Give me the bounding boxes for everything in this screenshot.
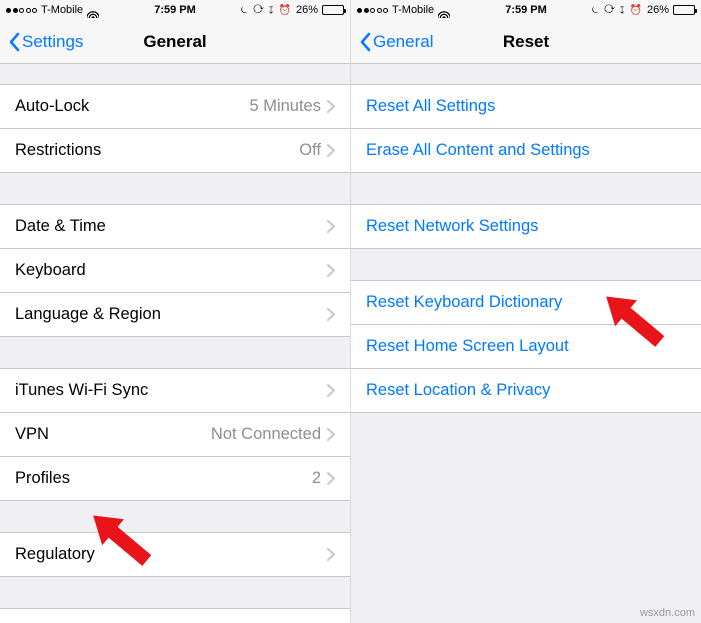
cell-itunes-wifi-sync[interactable]: iTunes Wi-Fi Sync	[0, 368, 350, 412]
cell-label: Profiles	[15, 469, 312, 488]
cell-label: Restrictions	[15, 141, 299, 160]
page-title: Reset	[351, 32, 701, 52]
chevron-right-icon	[327, 220, 335, 233]
cell-label: Keyboard	[15, 261, 327, 280]
chevron-right-icon	[327, 428, 335, 441]
status-time: 7:59 PM	[0, 4, 350, 16]
nav-bar: General Reset	[351, 20, 701, 64]
cell-label: VPN	[15, 425, 211, 444]
cell-label: Reset Home Screen Layout	[366, 337, 686, 356]
chevron-right-icon	[327, 308, 335, 321]
cell-reset-all-settings[interactable]: Reset All Settings	[351, 84, 701, 128]
cell-reset-location-privacy[interactable]: Reset Location & Privacy	[351, 368, 701, 412]
cell-detail: 2	[312, 469, 321, 488]
cell-label: Reset Location & Privacy	[366, 381, 686, 400]
cell-label: Reset Keyboard Dictionary	[366, 293, 686, 312]
battery-icon	[322, 5, 344, 15]
screen-reset: T-Mobile 7:59 PM ⏾ ⟳ ↧ ⏰ 26% General Res…	[350, 0, 701, 623]
chevron-right-icon	[327, 472, 335, 485]
cell-profiles[interactable]: Profiles 2	[0, 456, 350, 500]
cell-label: iTunes Wi-Fi Sync	[15, 381, 327, 400]
cell-label: Auto-Lock	[15, 97, 249, 116]
chevron-right-icon	[327, 548, 335, 561]
reset-content: Reset All Settings Erase All Content and…	[351, 64, 701, 623]
cell-auto-lock[interactable]: Auto-Lock 5 Minutes	[0, 84, 350, 128]
status-bar: T-Mobile 7:59 PM ⏾ ⟳ ↧ ⏰ 26%	[0, 0, 350, 20]
cell-reset-keyboard-dictionary[interactable]: Reset Keyboard Dictionary	[351, 280, 701, 324]
cell-keyboard[interactable]: Keyboard	[0, 248, 350, 292]
cell-detail: Off	[299, 141, 321, 160]
cell-reset-network-settings[interactable]: Reset Network Settings	[351, 204, 701, 248]
status-time: 7:59 PM	[351, 4, 701, 16]
cell-label: Erase All Content and Settings	[366, 141, 686, 160]
chevron-right-icon	[327, 384, 335, 397]
cell-label: Reset All Settings	[366, 97, 686, 116]
chevron-right-icon	[327, 144, 335, 157]
cell-date-time[interactable]: Date & Time	[0, 204, 350, 248]
cell-reset[interactable]: Reset	[0, 608, 350, 623]
battery-icon	[673, 5, 695, 15]
cell-restrictions[interactable]: Restrictions Off	[0, 128, 350, 172]
cell-regulatory[interactable]: Regulatory	[0, 532, 350, 576]
settings-content: Auto-Lock 5 Minutes Restrictions Off Dat…	[0, 64, 350, 623]
cell-label: Regulatory	[15, 545, 327, 564]
cell-erase-all-content[interactable]: Erase All Content and Settings	[351, 128, 701, 172]
cell-label: Reset Network Settings	[366, 217, 686, 236]
cell-detail: Not Connected	[211, 425, 321, 444]
chevron-right-icon	[327, 264, 335, 277]
cell-label: Date & Time	[15, 217, 327, 236]
cell-vpn[interactable]: VPN Not Connected	[0, 412, 350, 456]
chevron-right-icon	[327, 100, 335, 113]
screen-general: T-Mobile 7:59 PM ⏾ ⟳ ↧ ⏰ 26% Settings Ge…	[0, 0, 350, 623]
nav-bar: Settings General	[0, 20, 350, 64]
status-bar: T-Mobile 7:59 PM ⏾ ⟳ ↧ ⏰ 26%	[351, 0, 701, 20]
cell-language-region[interactable]: Language & Region	[0, 292, 350, 336]
page-title: General	[0, 32, 350, 52]
watermark: wsxdn.com	[640, 607, 695, 619]
cell-reset-home-screen-layout[interactable]: Reset Home Screen Layout	[351, 324, 701, 368]
cell-label: Language & Region	[15, 305, 327, 324]
cell-detail: 5 Minutes	[249, 97, 321, 116]
